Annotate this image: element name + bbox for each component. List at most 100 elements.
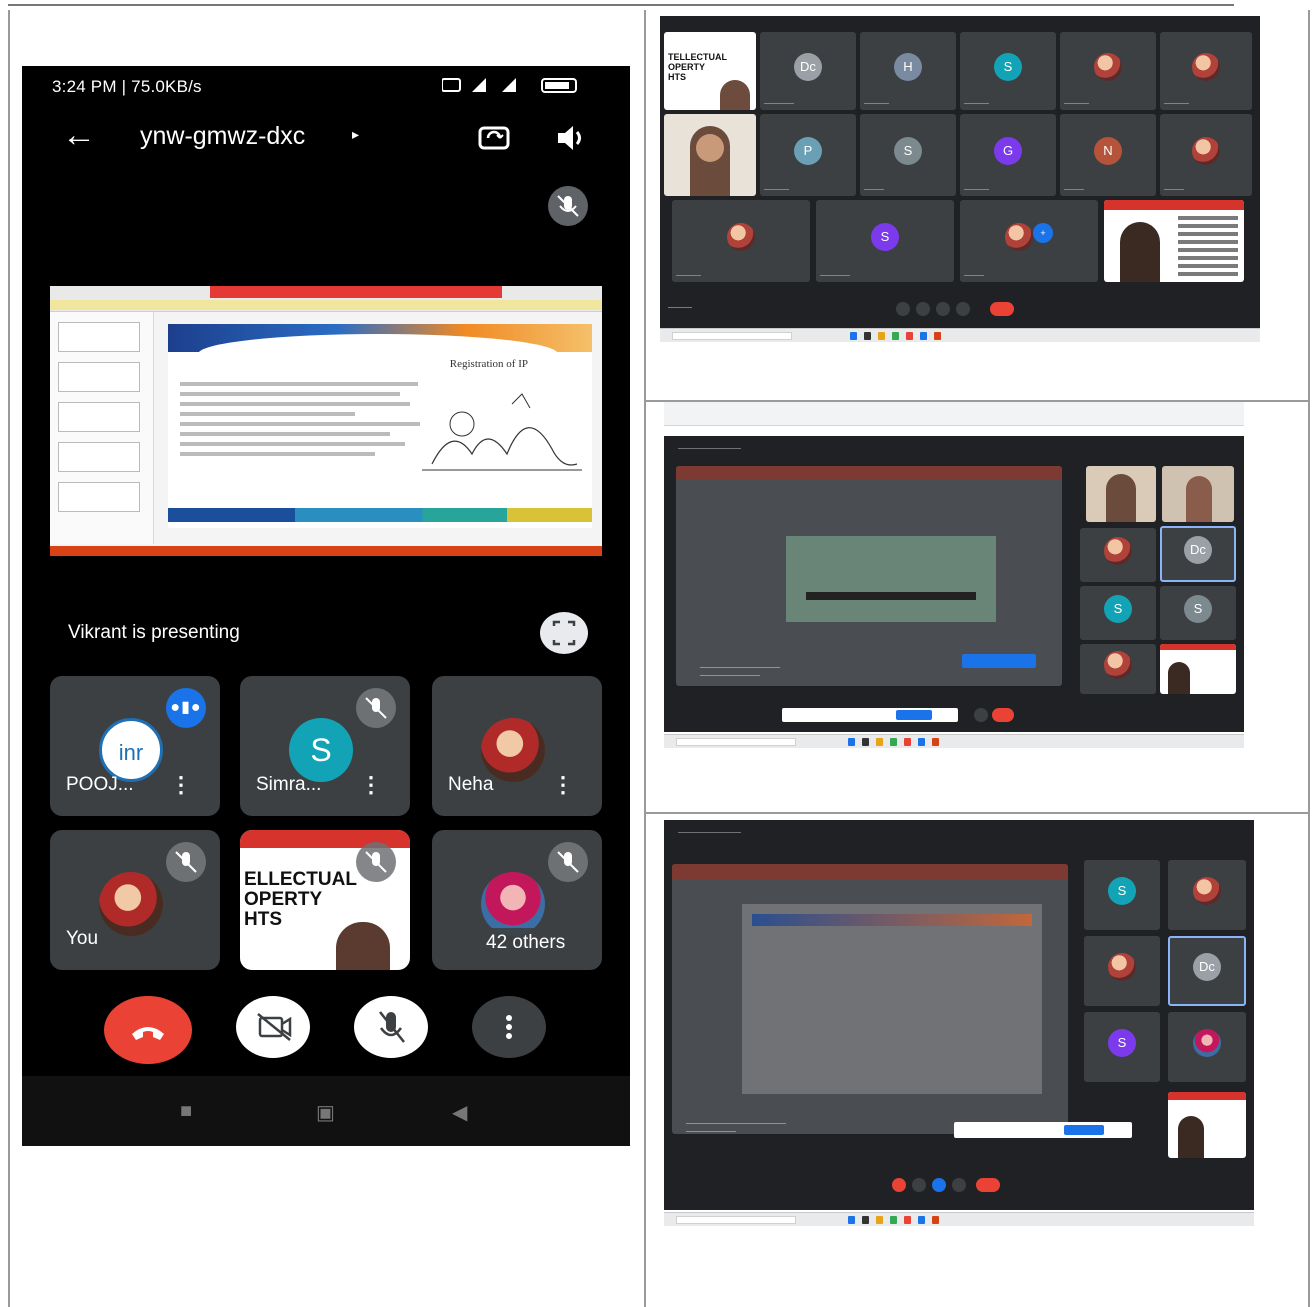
present-button[interactable] [962,654,1036,668]
camera-button[interactable] [912,1178,926,1192]
ppt-ribbon [50,286,602,312]
side-tile-6[interactable] [1168,1012,1246,1082]
windows-taskbar-1 [660,328,1260,342]
side-tile-4[interactable]: Dc [1160,526,1236,582]
others-count: 42 others [478,928,574,958]
side-tile-7[interactable] [1080,644,1156,694]
captions-button[interactable] [936,302,950,316]
more-vert-icon[interactable]: ⋮ [170,772,192,798]
camera-button[interactable] [916,302,930,316]
tile-presenter[interactable] [1104,200,1244,282]
tile-6[interactable]: P ————— [760,114,856,196]
caret-icon[interactable]: ▸ [352,126,359,143]
slide-page: Registration of IP [168,324,592,528]
meet-bottom-bar [664,1172,1254,1198]
mic-off-icon [548,842,588,882]
call-controls [22,996,630,1066]
presentation-tile[interactable]: Registration of IP Vikrant is presenting [50,174,602,662]
presentation-area: ———————————————— ———————————— [676,466,1062,686]
side-tile-1[interactable] [1086,466,1156,522]
tile-11[interactable]: ————— [672,200,810,282]
present-button[interactable] [932,1178,946,1192]
avatar [99,872,163,936]
browser-toolbar-2 [664,402,1244,426]
camera-off-button[interactable] [236,996,310,1058]
end-call-button[interactable] [104,996,192,1064]
mic-button[interactable] [974,708,988,722]
tile-9[interactable]: N ———— [1060,114,1156,196]
tile-3[interactable]: S ————— [960,32,1056,110]
participant-tile-pooj[interactable]: ●▮● inr POOJ... ⋮ [50,676,220,816]
stop-presenting-button[interactable] [1064,1125,1104,1135]
more-vert-icon[interactable]: ⋮ [360,772,382,798]
tile-8[interactable]: G ————— [960,114,1056,196]
more-options-button[interactable] [472,996,546,1058]
side-tile-2[interactable] [1168,860,1246,930]
avatar: inr [99,718,163,782]
side-tile-3[interactable] [1080,528,1156,582]
side-tile-1[interactable]: S [1084,860,1160,930]
desktop-meet-presenting-2: ————————— ———————————————————— ——————————… [664,820,1254,1210]
participant-tile-simra[interactable]: S Simra... ⋮ [240,676,410,816]
participant-tile-others[interactable]: 42 others [432,830,602,970]
side-tile-6[interactable]: S [1160,586,1236,640]
side-tile-4[interactable]: Dc [1168,936,1246,1006]
tile-4[interactable]: ————— [1060,32,1156,110]
end-call-button[interactable] [976,1178,1000,1192]
speaker-icon[interactable] [550,118,590,158]
more-vert-icon [506,1015,512,1039]
caption-text: ———————————————————— —————————— [686,1121,786,1134]
presenter-label: Vikrant is presenting [68,622,240,643]
tile-10[interactable]: ———— [1160,114,1252,196]
status-icons [441,76,592,98]
recents-icon[interactable]: ■ [180,1100,192,1123]
avatar [481,718,545,782]
videocam-off-icon [257,1013,292,1041]
presentation-area: ———————————————————— —————————— [672,864,1068,1134]
avatar: S [289,718,353,782]
side-tile-8[interactable] [1160,644,1236,694]
meet-header: ————————— [664,436,1244,462]
side-tile-5[interactable]: S [1084,1012,1160,1082]
avatar [481,872,545,936]
side-tile-3[interactable] [1084,936,1160,1006]
mic-off-button[interactable] [892,1178,906,1192]
side-tile-7[interactable] [1168,1092,1246,1158]
back-arrow-icon[interactable]: ← [62,118,96,152]
participant-name: You [66,928,99,949]
fullscreen-icon[interactable] [540,612,588,654]
desktop-meet-presenting-1: ————————— ———————————————— ———————————— D… [664,436,1244,732]
tile-5[interactable]: ————— [1160,32,1252,110]
participant-name: Neha [448,774,494,795]
mic-button[interactable] [896,302,910,316]
tile-2[interactable]: H ————— [860,32,956,110]
participant-tile-you[interactable]: You [50,830,220,970]
tile-poster[interactable]: TELLECTUAL OPERTY HTS [664,32,756,110]
back-icon[interactable]: ◀ [452,1100,467,1125]
more-button[interactable] [952,1178,966,1192]
desktop-meet-grid: TELLECTUAL OPERTY HTS Dc —————— H ————— S ———… [660,16,1260,328]
side-tile-2[interactable] [1162,466,1234,522]
participant-tile-neha[interactable]: Neha ⋮ [432,676,602,816]
windows-taskbar-3 [664,1212,1254,1226]
side-tile-5[interactable]: S [1080,586,1156,640]
tile-13[interactable]: + ———— [960,200,1098,282]
meet-code-small: ———— [668,305,692,311]
tile-1[interactable]: Dc —————— [760,32,856,110]
shared-slide: Registration of IP [50,286,602,556]
tile-12[interactable]: S —————— [816,200,954,282]
mic-off-button[interactable] [354,996,428,1058]
stop-presenting-button[interactable] [896,710,932,720]
top-border [8,4,1234,6]
end-call-button[interactable] [992,708,1014,722]
more-button[interactable] [956,302,970,316]
end-call-button[interactable] [990,302,1014,316]
meet-bottom-bar [664,702,1244,728]
more-vert-icon[interactable]: ⋮ [552,772,574,798]
participant-tile-video[interactable]: ELLECTUAL OPERTY HTS [240,830,410,970]
tile-7[interactable]: S ———— [860,114,956,196]
tile-camera-woman[interactable] [664,114,756,196]
home-icon[interactable]: ▣ [316,1100,335,1125]
meeting-code[interactable]: ynw-gmwz-dxc [140,122,305,151]
switch-camera-icon[interactable] [474,118,514,158]
